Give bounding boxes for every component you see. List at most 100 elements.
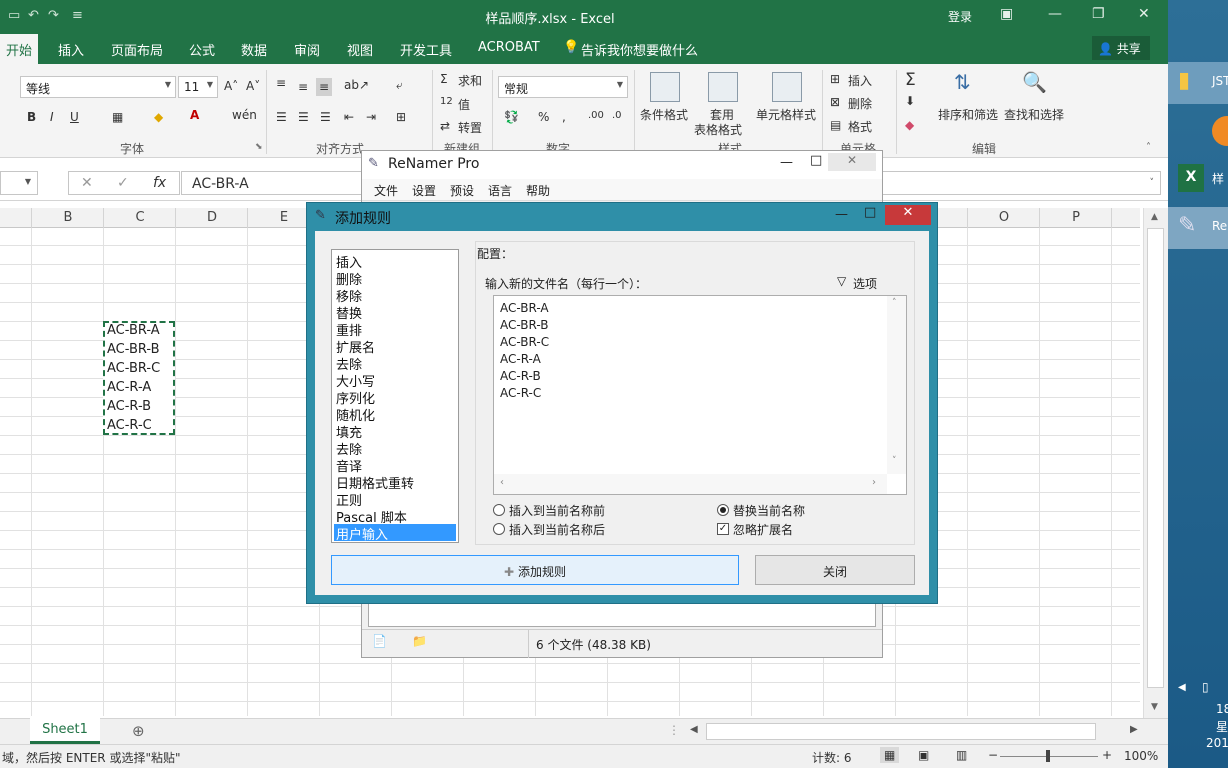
align-center-icon[interactable]: ☰ [298, 110, 309, 124]
align-bottom-icon[interactable]: ≡ [316, 78, 333, 96]
increase-indent-icon[interactable]: ⇥ [366, 110, 376, 124]
zoom-in-icon[interactable]: + [1102, 748, 1112, 762]
table-format-icon[interactable] [708, 72, 738, 102]
conditional-format-label[interactable]: 条件格式 [640, 106, 688, 123]
ignore-extension-checkbox[interactable]: ✓ [717, 523, 729, 535]
align-top-icon[interactable]: ≡ [276, 76, 286, 90]
rule-item-strip[interactable]: 去除 [334, 354, 456, 373]
cell-styles-label[interactable]: 单元格样式 [756, 106, 816, 123]
normal-view-icon[interactable]: ▦ [880, 747, 900, 763]
desktop-folder-item[interactable]: ▮ JST [1168, 62, 1228, 104]
add-rule-button[interactable]: ✚ 添加规则 [331, 555, 739, 585]
zoom-out-icon[interactable]: − [988, 748, 998, 762]
column-header-d[interactable]: D [176, 210, 248, 225]
scroll-down-icon[interactable]: ▼ [1151, 702, 1158, 712]
merge-center-icon[interactable]: ⊞ [396, 110, 406, 124]
scroll-left-icon[interactable]: ◀ [690, 724, 698, 735]
tab-view[interactable]: 视图 [347, 40, 373, 59]
insert-function-icon[interactable]: fx [153, 175, 166, 191]
page-break-view-icon[interactable]: ▥ [956, 748, 967, 762]
delete-cells-icon[interactable]: ⊠ [830, 95, 840, 109]
cell-c[interactable]: AC-R-B [107, 399, 151, 414]
menu-settings[interactable]: 设置 [412, 182, 436, 199]
clear-icon[interactable]: ◆ [905, 118, 914, 132]
font-color-icon[interactable]: A [190, 108, 199, 122]
close-icon[interactable]: ✕ [828, 153, 876, 171]
add-files-icon[interactable]: 📄 [372, 634, 387, 648]
align-right-icon[interactable]: ☰ [320, 110, 331, 124]
zoom-level[interactable]: 100% [1124, 749, 1158, 763]
sort-filter-icon[interactable]: ⇅ [954, 70, 971, 94]
rule-item-replace[interactable]: 替换 [334, 303, 456, 322]
minimize-icon[interactable]: — [1048, 6, 1062, 22]
format-cells-icon[interactable]: ▤ [830, 118, 841, 132]
tab-review[interactable]: 审阅 [294, 40, 320, 59]
desktop-renamer-item[interactable]: ✎ Re [1168, 207, 1228, 249]
column-header-c[interactable]: C [104, 210, 176, 225]
table-format-label-2[interactable]: 表格格式 [694, 121, 742, 138]
fill-icon[interactable]: ⬇ [905, 94, 915, 108]
value-icon[interactable]: 12 [440, 96, 453, 107]
dialog-title-bar[interactable]: ✎ 添加规则 — □ ✕ [307, 203, 937, 229]
ribbon-display-icon[interactable]: ▣ [1000, 6, 1013, 22]
tab-home[interactable]: 开始 [0, 34, 39, 64]
scroll-down-icon[interactable]: ˅ [892, 456, 897, 466]
rule-item-delete[interactable]: 删除 [334, 269, 456, 288]
rule-item-extension[interactable]: 扩展名 [334, 337, 456, 356]
enter-icon[interactable]: ✓ [117, 175, 129, 191]
close-button[interactable]: 关闭 [755, 555, 915, 585]
find-select-label[interactable]: 查找和选择 [1004, 106, 1064, 123]
italic-button[interactable]: I [50, 110, 54, 124]
rule-item-regex[interactable]: 正则 [334, 490, 456, 509]
percent-icon[interactable]: % [538, 110, 549, 124]
tab-page-layout[interactable]: 页面布局 [111, 40, 163, 59]
conditional-format-icon[interactable] [650, 72, 680, 102]
underline-button[interactable]: U [70, 110, 79, 124]
insert-cells-label[interactable]: 插入 [848, 72, 872, 89]
rule-item-case[interactable]: 大小写 [334, 371, 456, 390]
add-folder-icon[interactable]: 📁 [412, 634, 427, 648]
insert-before-radio[interactable] [493, 504, 505, 516]
close-icon[interactable]: ✕ [1138, 6, 1150, 22]
menu-file[interactable]: 文件 [374, 182, 398, 199]
options-button[interactable]: 选项 [853, 275, 877, 292]
column-header-o[interactable]: O [968, 210, 1040, 225]
transpose-icon[interactable]: ⇄ [440, 119, 450, 133]
rule-item-remove[interactable]: 移除 [334, 286, 456, 305]
column-header-p[interactable]: P [1040, 210, 1112, 225]
comma-icon[interactable]: , [562, 110, 566, 124]
wrap-text-icon[interactable]: ⤶ [396, 78, 403, 93]
menu-presets[interactable]: 预设 [450, 182, 474, 199]
fill-color-icon[interactable]: ◆ [154, 110, 163, 124]
sheet-tab[interactable]: Sheet1 [30, 718, 100, 744]
rule-item-reformat-date[interactable]: 日期格式重转 [334, 473, 456, 492]
rule-item-clean-up[interactable]: 去除 [334, 439, 456, 458]
horizontal-scrollbar[interactable] [706, 723, 1096, 740]
rule-item-serialize[interactable]: 序列化 [334, 388, 456, 407]
tab-data[interactable]: 数据 [241, 40, 267, 59]
tray-arrow-icon[interactable]: ◀ [1178, 682, 1186, 693]
minimize-icon[interactable]: — [835, 207, 848, 222]
sum-icon[interactable]: Σ [440, 72, 448, 86]
scroll-thumb[interactable] [1147, 228, 1164, 688]
textarea-hscrollbar[interactable]: ‹ › [494, 474, 887, 494]
font-size-select[interactable]: 11 ▼ [178, 76, 218, 98]
currency-icon[interactable]: 💱 [504, 110, 519, 124]
grow-font-icon[interactable]: A˄ [224, 79, 238, 93]
maximize-icon[interactable]: □ [864, 205, 876, 220]
name-box[interactable]: ▼ [0, 171, 38, 195]
scroll-up-icon[interactable]: ˄ [892, 298, 897, 308]
transpose-label[interactable]: 转置 [458, 119, 482, 136]
share-button[interactable]: 👤 共享 [1092, 36, 1150, 60]
vertical-scrollbar[interactable]: ▲ ▼ [1143, 208, 1168, 718]
app-circle-icon[interactable] [1212, 116, 1228, 146]
expand-formula-icon[interactable]: ˅ [1150, 178, 1155, 188]
shrink-font-icon[interactable]: A˅ [246, 79, 260, 93]
sort-filter-label[interactable]: 排序和筛选 [938, 106, 998, 123]
rule-list[interactable]: 插入 删除 移除 替换 重排 扩展名 去除 大小写 序列化 随机化 填充 去除 … [331, 249, 459, 543]
tab-developer[interactable]: 开发工具 [400, 40, 452, 59]
textarea-vscrollbar[interactable]: ˄ ˅ [887, 296, 906, 474]
orientation-icon[interactable]: ab↗ [344, 78, 369, 92]
add-sheet-icon[interactable]: ⊕ [132, 722, 145, 740]
bold-button[interactable]: B [27, 110, 36, 124]
